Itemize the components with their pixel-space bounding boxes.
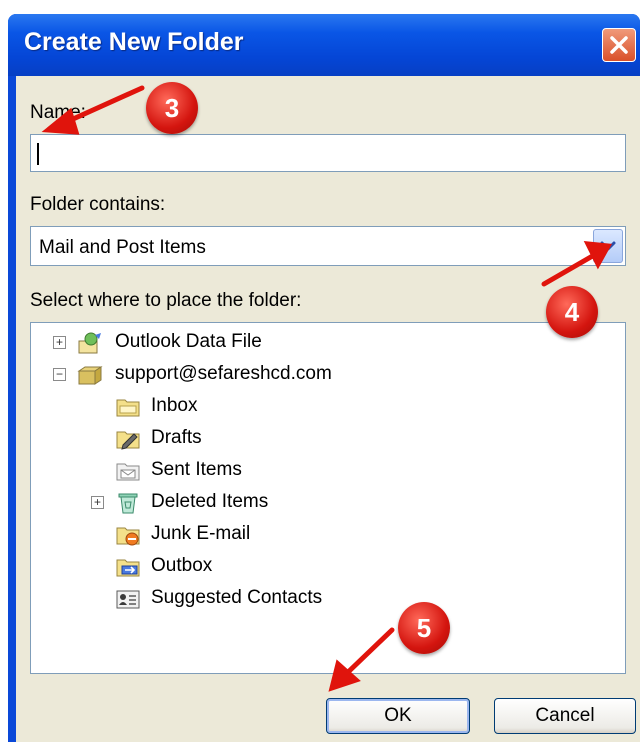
arrowhead-4 <box>583 241 613 270</box>
step-badge-4: 4 <box>546 286 598 338</box>
annotation-arrows <box>41 85 613 692</box>
step-badge-3: 3 <box>146 82 198 134</box>
arrow-to-ok <box>341 627 395 679</box>
step-badge-5: 5 <box>398 602 450 654</box>
arrow-to-dropdown <box>541 251 599 287</box>
arrowhead-3 <box>41 107 80 135</box>
